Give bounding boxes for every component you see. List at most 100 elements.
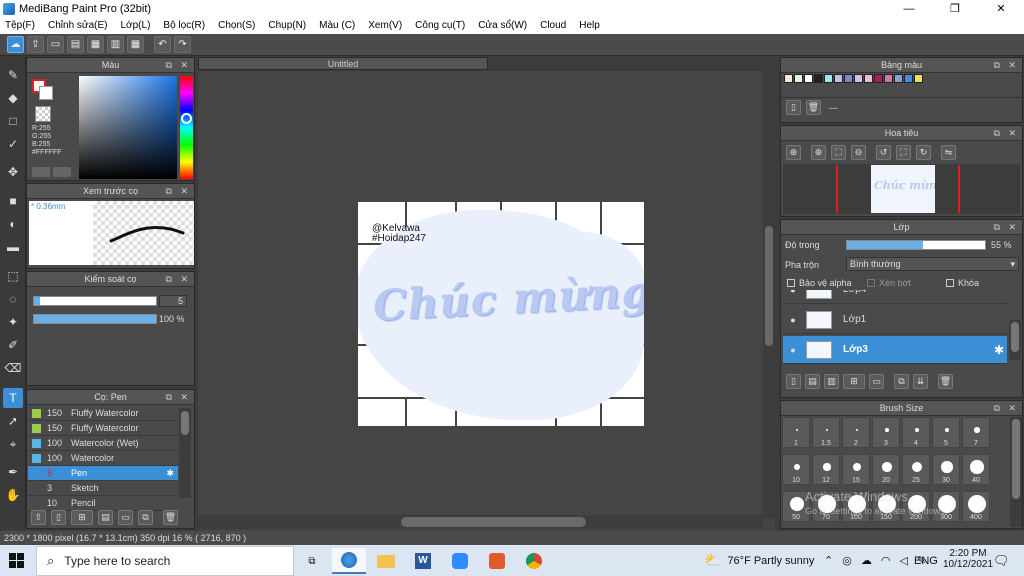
- eraser-tool-icon[interactable]: ◆: [3, 88, 23, 108]
- brush-list-scroll-thumb[interactable]: [181, 411, 189, 435]
- menu-edit[interactable]: Chỉnh sửa(E): [48, 20, 108, 31]
- visibility-icon[interactable]: ●: [783, 315, 803, 325]
- grid-icon[interactable]: ▥: [107, 36, 124, 53]
- palette-swatch[interactable]: [824, 74, 833, 83]
- headset-icon[interactable]: ◎: [842, 554, 852, 567]
- transparent-color-swatch[interactable]: [35, 106, 51, 122]
- brush-size-option[interactable]: 25: [902, 454, 930, 485]
- panel-controls-icon[interactable]: ⧉ ✕: [166, 184, 191, 199]
- brush-size-option[interactable]: 12: [812, 454, 840, 485]
- new-halftone-layer-icon[interactable]: ▤: [805, 374, 820, 389]
- new-palette-icon[interactable]: ▯: [786, 100, 801, 115]
- color-settings-icon[interactable]: [53, 167, 71, 177]
- brush-tool-icon[interactable]: ✎: [3, 65, 23, 85]
- palette-swatch[interactable]: [884, 74, 893, 83]
- palette-swatch[interactable]: [844, 74, 853, 83]
- brush-item[interactable]: 100 Watercolor (Wet): [28, 436, 178, 451]
- brush-size-option[interactable]: 1.5: [812, 417, 840, 448]
- palette-swatch[interactable]: [784, 74, 793, 83]
- close-button[interactable]: ✕: [978, 0, 1024, 17]
- brush-size-option[interactable]: 1: [782, 417, 810, 448]
- volume-icon[interactable]: ◁: [899, 554, 907, 567]
- brush-item[interactable]: 150 Fluffy Watercolor: [28, 406, 178, 421]
- layer-scroll-thumb[interactable]: [1011, 322, 1019, 352]
- windows-start-icon[interactable]: [9, 553, 24, 568]
- palette-swatch[interactable]: [814, 74, 823, 83]
- clipping-checkbox[interactable]: Xén bớt: [867, 278, 911, 288]
- new-1bit-layer-icon[interactable]: ▥: [824, 374, 839, 389]
- brush-item[interactable]: 150 Fluffy Watercolor: [28, 421, 178, 436]
- select-tool-icon[interactable]: ⬚: [3, 266, 23, 286]
- minimize-button[interactable]: —: [886, 0, 932, 17]
- protect-alpha-checkbox[interactable]: Bảo vệ alpha: [787, 278, 852, 288]
- palette-swatch[interactable]: [794, 74, 803, 83]
- brush-size-option[interactable]: 5: [932, 417, 960, 448]
- taskbar-search-box[interactable]: ⌕ Type here to search: [36, 546, 294, 576]
- file-explorer-icon[interactable]: [369, 548, 403, 574]
- chrome-icon[interactable]: [517, 548, 551, 574]
- gear-icon[interactable]: ✱: [994, 343, 1004, 357]
- menu-layer[interactable]: Lớp(L): [121, 20, 151, 31]
- redo-icon[interactable]: ↷: [174, 36, 191, 53]
- delete-layer-icon[interactable]: 🗑: [938, 374, 953, 389]
- new-layer-icon[interactable]: ▯: [786, 374, 801, 389]
- brush-opacity-slider[interactable]: [33, 314, 157, 324]
- flip-icon[interactable]: ⇋: [941, 145, 956, 160]
- fill-rect-tool-icon[interactable]: ■: [3, 191, 23, 211]
- palette-swatch[interactable]: [864, 74, 873, 83]
- layer-row[interactable]: ● Lớp3 ✱: [783, 336, 1007, 364]
- chat-icon[interactable]: ▤: [67, 36, 84, 53]
- brush-size-option[interactable]: 20: [872, 454, 900, 485]
- zoom-icon[interactable]: [443, 548, 477, 574]
- magic-wand-icon[interactable]: ✦: [3, 312, 23, 332]
- panel-controls-icon[interactable]: ⧉ ✕: [994, 401, 1019, 416]
- brush-size-option[interactable]: 30: [932, 454, 960, 485]
- panel-controls-icon[interactable]: ⧉ ✕: [994, 126, 1019, 141]
- menu-help[interactable]: Help: [579, 20, 600, 31]
- color-mode-icon[interactable]: [32, 167, 50, 177]
- brush-size-option[interactable]: 2: [842, 417, 870, 448]
- language-indicator[interactable]: ENG: [914, 545, 938, 576]
- navigator-view[interactable]: Chúc mừng: [783, 164, 1020, 214]
- palette-swatch[interactable]: [914, 74, 923, 83]
- brush-size-scroll-thumb[interactable]: [1012, 419, 1020, 499]
- lock-checkbox[interactable]: Khóa: [946, 278, 979, 288]
- layer-row[interactable]: ● Lớp1: [783, 306, 1007, 334]
- panel-controls-icon[interactable]: ⧉ ✕: [994, 220, 1019, 235]
- move-tool-icon[interactable]: ✥: [3, 162, 23, 182]
- eyedropper-icon[interactable]: ⌖: [3, 434, 23, 454]
- clock[interactable]: 2:20 PM 10/12/2021: [942, 548, 994, 570]
- background-color-swatch[interactable]: [39, 86, 53, 100]
- notifications-icon[interactable]: 🗨: [993, 545, 1010, 576]
- palette-swatch[interactable]: [904, 74, 913, 83]
- brush-upload-icon[interactable]: ⇧: [31, 510, 46, 525]
- weather-widget[interactable]: ⛅ 76°F Partly sunny: [704, 545, 814, 576]
- add-layer-menu-icon[interactable]: ⊞: [843, 374, 865, 389]
- delete-palette-icon[interactable]: 🗑: [806, 100, 821, 115]
- layer-folder-icon[interactable]: ▭: [869, 374, 884, 389]
- panel-controls-icon[interactable]: ⧉ ✕: [166, 272, 191, 287]
- bucket-tool-icon[interactable]: ◐: [3, 214, 23, 234]
- merge-layer-icon[interactable]: ⇊: [913, 374, 928, 389]
- zoom-actual-icon[interactable]: ⛶: [831, 145, 846, 160]
- palette-swatch[interactable]: [854, 74, 863, 83]
- cloud-tray-icon[interactable]: ☁: [861, 554, 872, 567]
- brush-size-option[interactable]: 3: [872, 417, 900, 448]
- palette-swatch[interactable]: [834, 74, 843, 83]
- menu-window[interactable]: Cửa sổ(W): [478, 20, 527, 31]
- word-icon[interactable]: W: [406, 548, 440, 574]
- table-icon[interactable]: ▦: [127, 36, 144, 53]
- zoom-in-icon[interactable]: ⊕: [811, 145, 826, 160]
- comment-icon[interactable]: ▭: [47, 36, 64, 53]
- select-pen-icon[interactable]: ✐: [3, 335, 23, 355]
- check-tool-icon[interactable]: ✓: [3, 134, 23, 154]
- layer-row[interactable]: ● Lớp4: [783, 290, 1007, 304]
- wifi-icon[interactable]: ◠: [881, 554, 891, 567]
- menu-snap[interactable]: Chụp(N): [268, 20, 306, 31]
- menu-color[interactable]: Màu (C): [319, 20, 355, 31]
- operation-tool-icon[interactable]: ➚: [3, 411, 23, 431]
- brush-size-option[interactable]: 7: [962, 417, 990, 448]
- gear-icon[interactable]: ✱: [166, 468, 174, 479]
- canvas-vertical-scrollbar[interactable]: [763, 71, 775, 519]
- copy-brush-icon[interactable]: ⧉: [138, 510, 153, 525]
